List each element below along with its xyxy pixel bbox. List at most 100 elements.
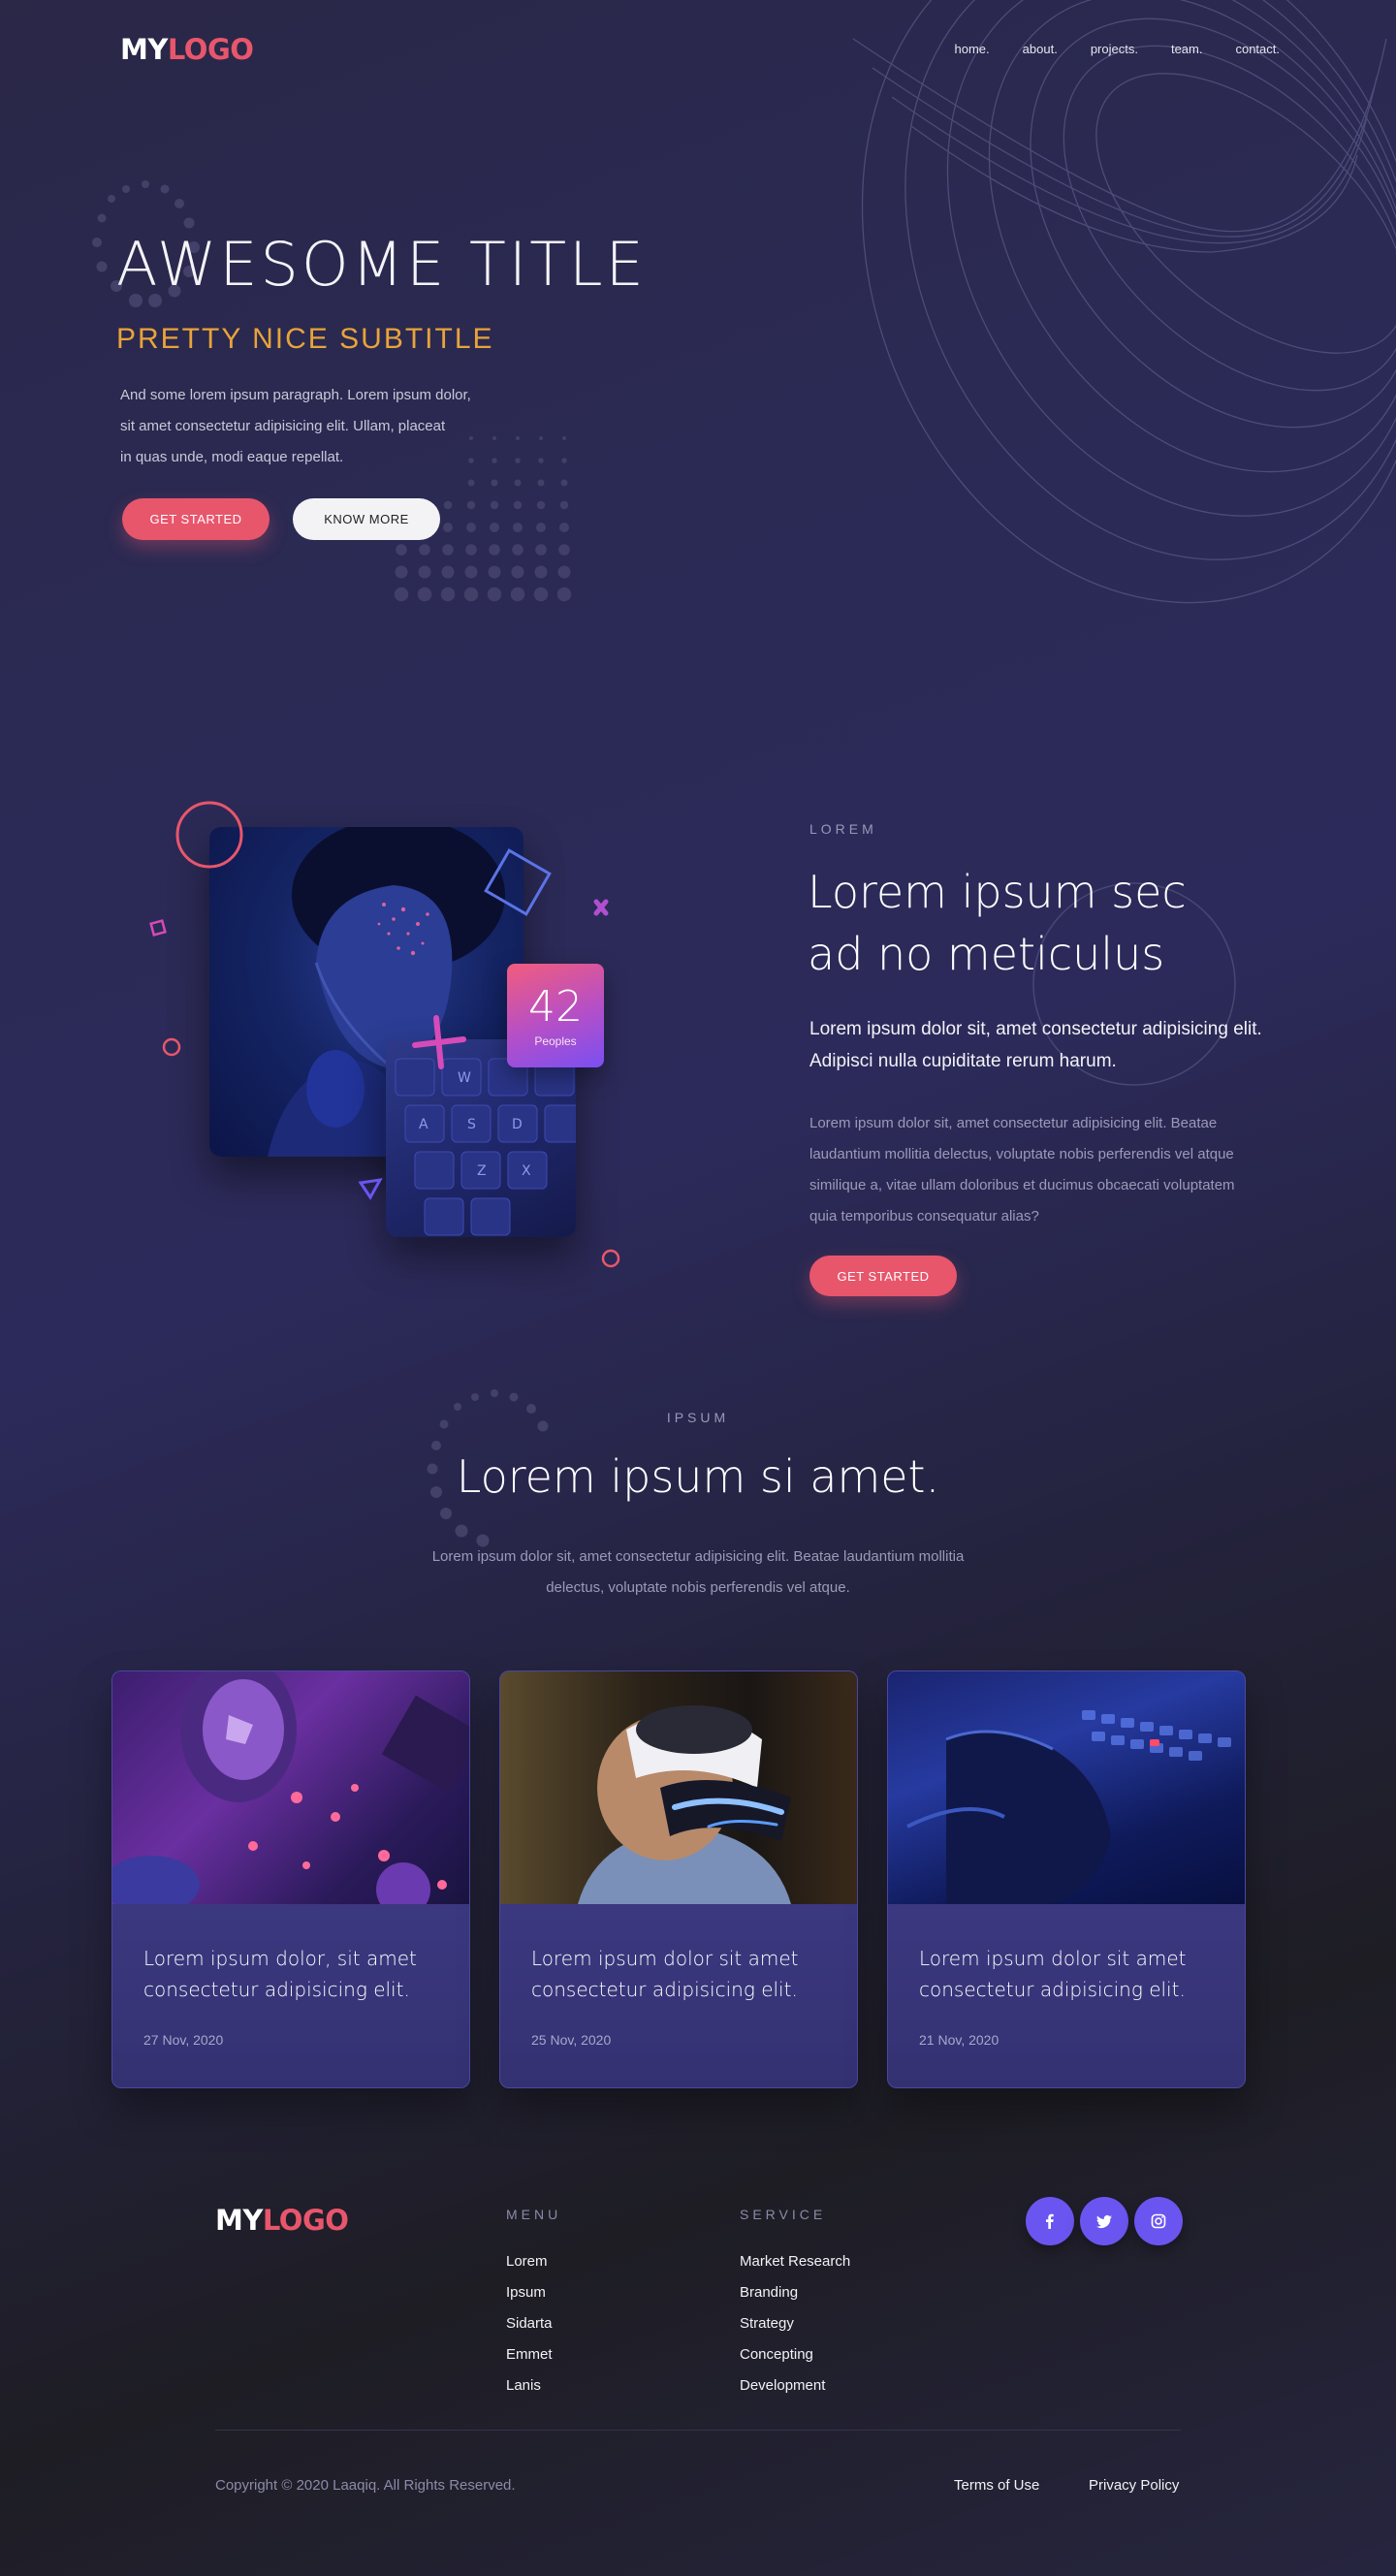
menu-item[interactable]: Sidarta — [506, 2308, 553, 2339]
know-more-button[interactable]: KNOW MORE — [293, 498, 440, 540]
card-body: Lorem ipsum dolor sit amet consectetur a… — [500, 1904, 857, 2087]
ipsum-eyebrow: IPSUM — [666, 1410, 730, 1425]
grid-dot — [419, 544, 430, 556]
footer-logo[interactable]: MYLOGO — [215, 2204, 349, 2237]
grid-dot — [465, 544, 477, 556]
card-title[interactable]: Lorem ipsum dolor sit amet consectetur a… — [531, 1943, 826, 2005]
grid-dot — [559, 500, 569, 510]
about-title: Lorem ipsum sec ad no meticulus — [808, 861, 1187, 985]
grid-dot — [558, 544, 570, 556]
grid-dot — [556, 587, 572, 602]
service-list: Market Research Branding Strategy Concep… — [740, 2246, 850, 2401]
card-title[interactable]: Lorem ipsum dolor sit amet consectetur a… — [919, 1943, 1214, 2005]
grid-dot — [487, 587, 502, 602]
grid-dot — [418, 565, 431, 579]
nav-home[interactable]: home. — [955, 42, 990, 56]
article-card[interactable]: Lorem ipsum dolor sit amet consectetur a… — [499, 1670, 858, 2088]
grid-dot — [537, 479, 545, 487]
instagram-icon[interactable] — [1134, 2197, 1183, 2245]
menu-item[interactable]: Lanis — [506, 2370, 553, 2401]
grid-dot — [488, 565, 501, 579]
grid-dot — [513, 500, 523, 510]
card-date: 21 Nov, 2020 — [919, 2032, 999, 2048]
copyright-text: Copyright © 2020 Laaqiq. All Rights Rese… — [215, 2477, 516, 2494]
logo-logo: LOGO — [167, 33, 254, 66]
grid-dot — [539, 436, 543, 440]
grid-dot — [490, 500, 499, 510]
ipsum-paragraph: Lorem ipsum dolor sit, amet consectetur … — [431, 1548, 965, 1596]
shapes-decoration — [149, 801, 620, 1268]
about-eyebrow: LOREM — [809, 821, 877, 837]
grid-dot — [561, 458, 567, 463]
privacy-link[interactable]: Privacy Policy — [1089, 2477, 1179, 2494]
grid-dot — [536, 500, 546, 510]
service-item[interactable]: Strategy — [740, 2308, 850, 2339]
keyboard-hand-image — [888, 1671, 1245, 1904]
article-card[interactable]: Lorem ipsum dolor, sit amet consectetur … — [111, 1670, 470, 2088]
get-started-button[interactable]: GET STARTED — [122, 498, 270, 540]
grid-dot — [560, 479, 568, 487]
menu-list: Lorem Ipsum Sidarta Emmet Lanis — [506, 2246, 553, 2401]
grid-dot — [557, 565, 571, 579]
facebook-icon[interactable] — [1026, 2197, 1074, 2245]
grid-dot — [466, 500, 476, 510]
headphones-image — [112, 1671, 469, 1904]
grid-dot — [417, 587, 432, 602]
logo-my: MY — [215, 2204, 263, 2237]
about-title-line: ad no meticulus — [808, 928, 1165, 980]
service-item[interactable]: Concepting — [740, 2339, 850, 2370]
grid-dot — [395, 565, 408, 579]
grid-dot — [440, 587, 456, 602]
service-item[interactable]: Development — [740, 2370, 850, 2401]
menu-item[interactable]: Lorem — [506, 2246, 553, 2277]
about-get-started-button[interactable]: GET STARTED — [809, 1256, 957, 1296]
keyboard-hand-illustration — [906, 1710, 1231, 1904]
grid-dot — [538, 458, 544, 463]
twitter-icon[interactable] — [1080, 2197, 1128, 2245]
menu-heading: MENU — [506, 2207, 562, 2222]
menu-item[interactable]: Ipsum — [506, 2277, 553, 2308]
logo-logo: LOGO — [262, 2204, 349, 2237]
grid-dot — [394, 587, 409, 602]
grid-dot — [510, 587, 525, 602]
service-item[interactable]: Market Research — [740, 2246, 850, 2277]
hero-paragraph-line: in quas unde, modi eaque repellat. — [120, 449, 344, 465]
grid-dot — [489, 544, 500, 556]
vr-headset-illustration — [578, 1705, 791, 1904]
logo[interactable]: MYLOGO — [120, 33, 254, 66]
nav-contact[interactable]: contact. — [1235, 42, 1280, 56]
headphones-illustration — [112, 1671, 469, 1904]
grid-dot — [559, 523, 569, 532]
grid-dot — [467, 479, 475, 487]
card-body: Lorem ipsum dolor sit amet consectetur a… — [888, 1904, 1245, 2087]
card-date: 27 Nov, 2020 — [143, 2032, 224, 2048]
card-date: 25 Nov, 2020 — [531, 2032, 612, 2048]
about-lead: Lorem ipsum dolor sit, amet consectetur … — [809, 1019, 1262, 1071]
card-body: Lorem ipsum dolor, sit amet consectetur … — [112, 1904, 469, 2087]
grid-dot — [534, 565, 548, 579]
grid-dot — [512, 544, 524, 556]
ipsum-title: Lorem ipsum si amet. — [456, 1450, 940, 1503]
footer-divider — [215, 2430, 1181, 2431]
grid-dot — [396, 544, 407, 556]
grid-dot — [463, 587, 479, 602]
grid-dot — [536, 523, 546, 532]
article-card[interactable]: Lorem ipsum dolor sit amet consectetur a… — [887, 1670, 1246, 2088]
grid-dot — [562, 436, 566, 440]
grid-dot — [513, 523, 523, 532]
terms-link[interactable]: Terms of Use — [954, 2477, 1039, 2494]
nav-team[interactable]: team. — [1171, 42, 1203, 56]
card-title[interactable]: Lorem ipsum dolor, sit amet consectetur … — [143, 1943, 438, 2005]
nav-projects[interactable]: projects. — [1091, 42, 1138, 56]
nav-about[interactable]: about. — [1023, 42, 1058, 56]
wireframe-decoration — [852, 0, 1396, 604]
grid-dot — [535, 544, 547, 556]
grid-dot — [511, 565, 524, 579]
grid-dot — [443, 500, 453, 510]
service-item[interactable]: Branding — [740, 2277, 850, 2308]
grid-dot — [514, 479, 522, 487]
about-paragraph: Lorem ipsum dolor sit, amet consectetur … — [809, 1115, 1235, 1224]
menu-item[interactable]: Emmet — [506, 2339, 553, 2370]
hero-paragraph-line: sit amet consectetur adipisicing elit. U… — [120, 418, 446, 434]
grid-dot — [443, 523, 453, 532]
